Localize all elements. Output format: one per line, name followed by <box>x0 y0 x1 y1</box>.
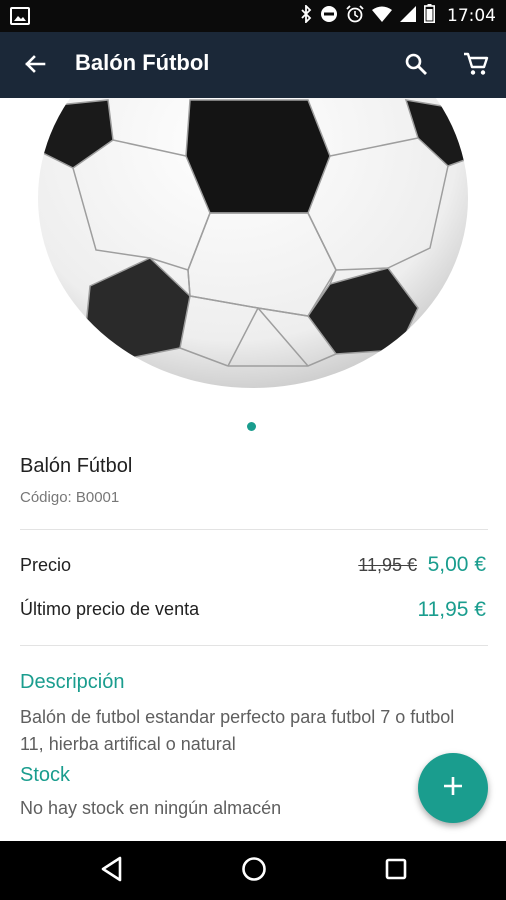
divider <box>20 645 488 646</box>
do-not-disturb-icon <box>320 5 338 28</box>
status-time: 17:04 <box>447 6 496 26</box>
price-label: Precio <box>20 555 72 575</box>
cart-button[interactable] <box>458 48 494 84</box>
stock-text: No hay stock en ningún almacén <box>20 798 282 818</box>
description-title: Descripción <box>20 671 125 693</box>
nav-back-button[interactable] <box>94 853 130 889</box>
search-icon <box>404 52 428 81</box>
bluetooth-icon <box>300 3 312 28</box>
plus-icon <box>442 775 464 802</box>
cart-icon <box>463 51 489 82</box>
add-to-cart-fab[interactable] <box>418 753 488 823</box>
search-button[interactable] <box>398 48 434 84</box>
nav-home-button[interactable] <box>236 853 272 889</box>
back-button[interactable] <box>18 49 52 83</box>
nav-back-icon <box>100 856 124 887</box>
status-icons: 17:04 <box>300 0 496 32</box>
product-name: Balón Fútbol <box>20 455 133 477</box>
signal-icon <box>400 5 416 27</box>
app-bar: Balón Fútbol <box>0 32 506 98</box>
last-sale-price-label: Último precio de venta <box>20 599 200 619</box>
divider <box>20 529 488 530</box>
navigation-bar <box>0 841 506 900</box>
old-price: 11,95 € <box>358 555 417 575</box>
description-text: Balón de futbol estandar perfecto para f… <box>20 707 455 754</box>
current-price: 5,00 € <box>427 553 486 576</box>
stock-title: Stock <box>20 764 71 786</box>
soccer-ball-image <box>38 98 468 388</box>
battery-icon <box>424 4 435 28</box>
status-bar: 17:04 <box>0 0 506 32</box>
product-image[interactable] <box>18 98 488 394</box>
nav-recents-icon <box>385 858 407 885</box>
nav-home-icon <box>241 856 267 887</box>
back-arrow-icon <box>23 52 47 81</box>
nav-recents-button[interactable] <box>378 853 414 889</box>
image-icon <box>10 7 30 30</box>
image-pager-dot[interactable] <box>247 422 256 431</box>
product-code: Código: B0001 <box>20 489 120 506</box>
alarm-icon <box>346 4 364 28</box>
last-sale-price: 11,95 € <box>417 598 486 621</box>
wifi-icon <box>372 6 392 27</box>
page-title: Balón Fútbol <box>75 50 210 75</box>
